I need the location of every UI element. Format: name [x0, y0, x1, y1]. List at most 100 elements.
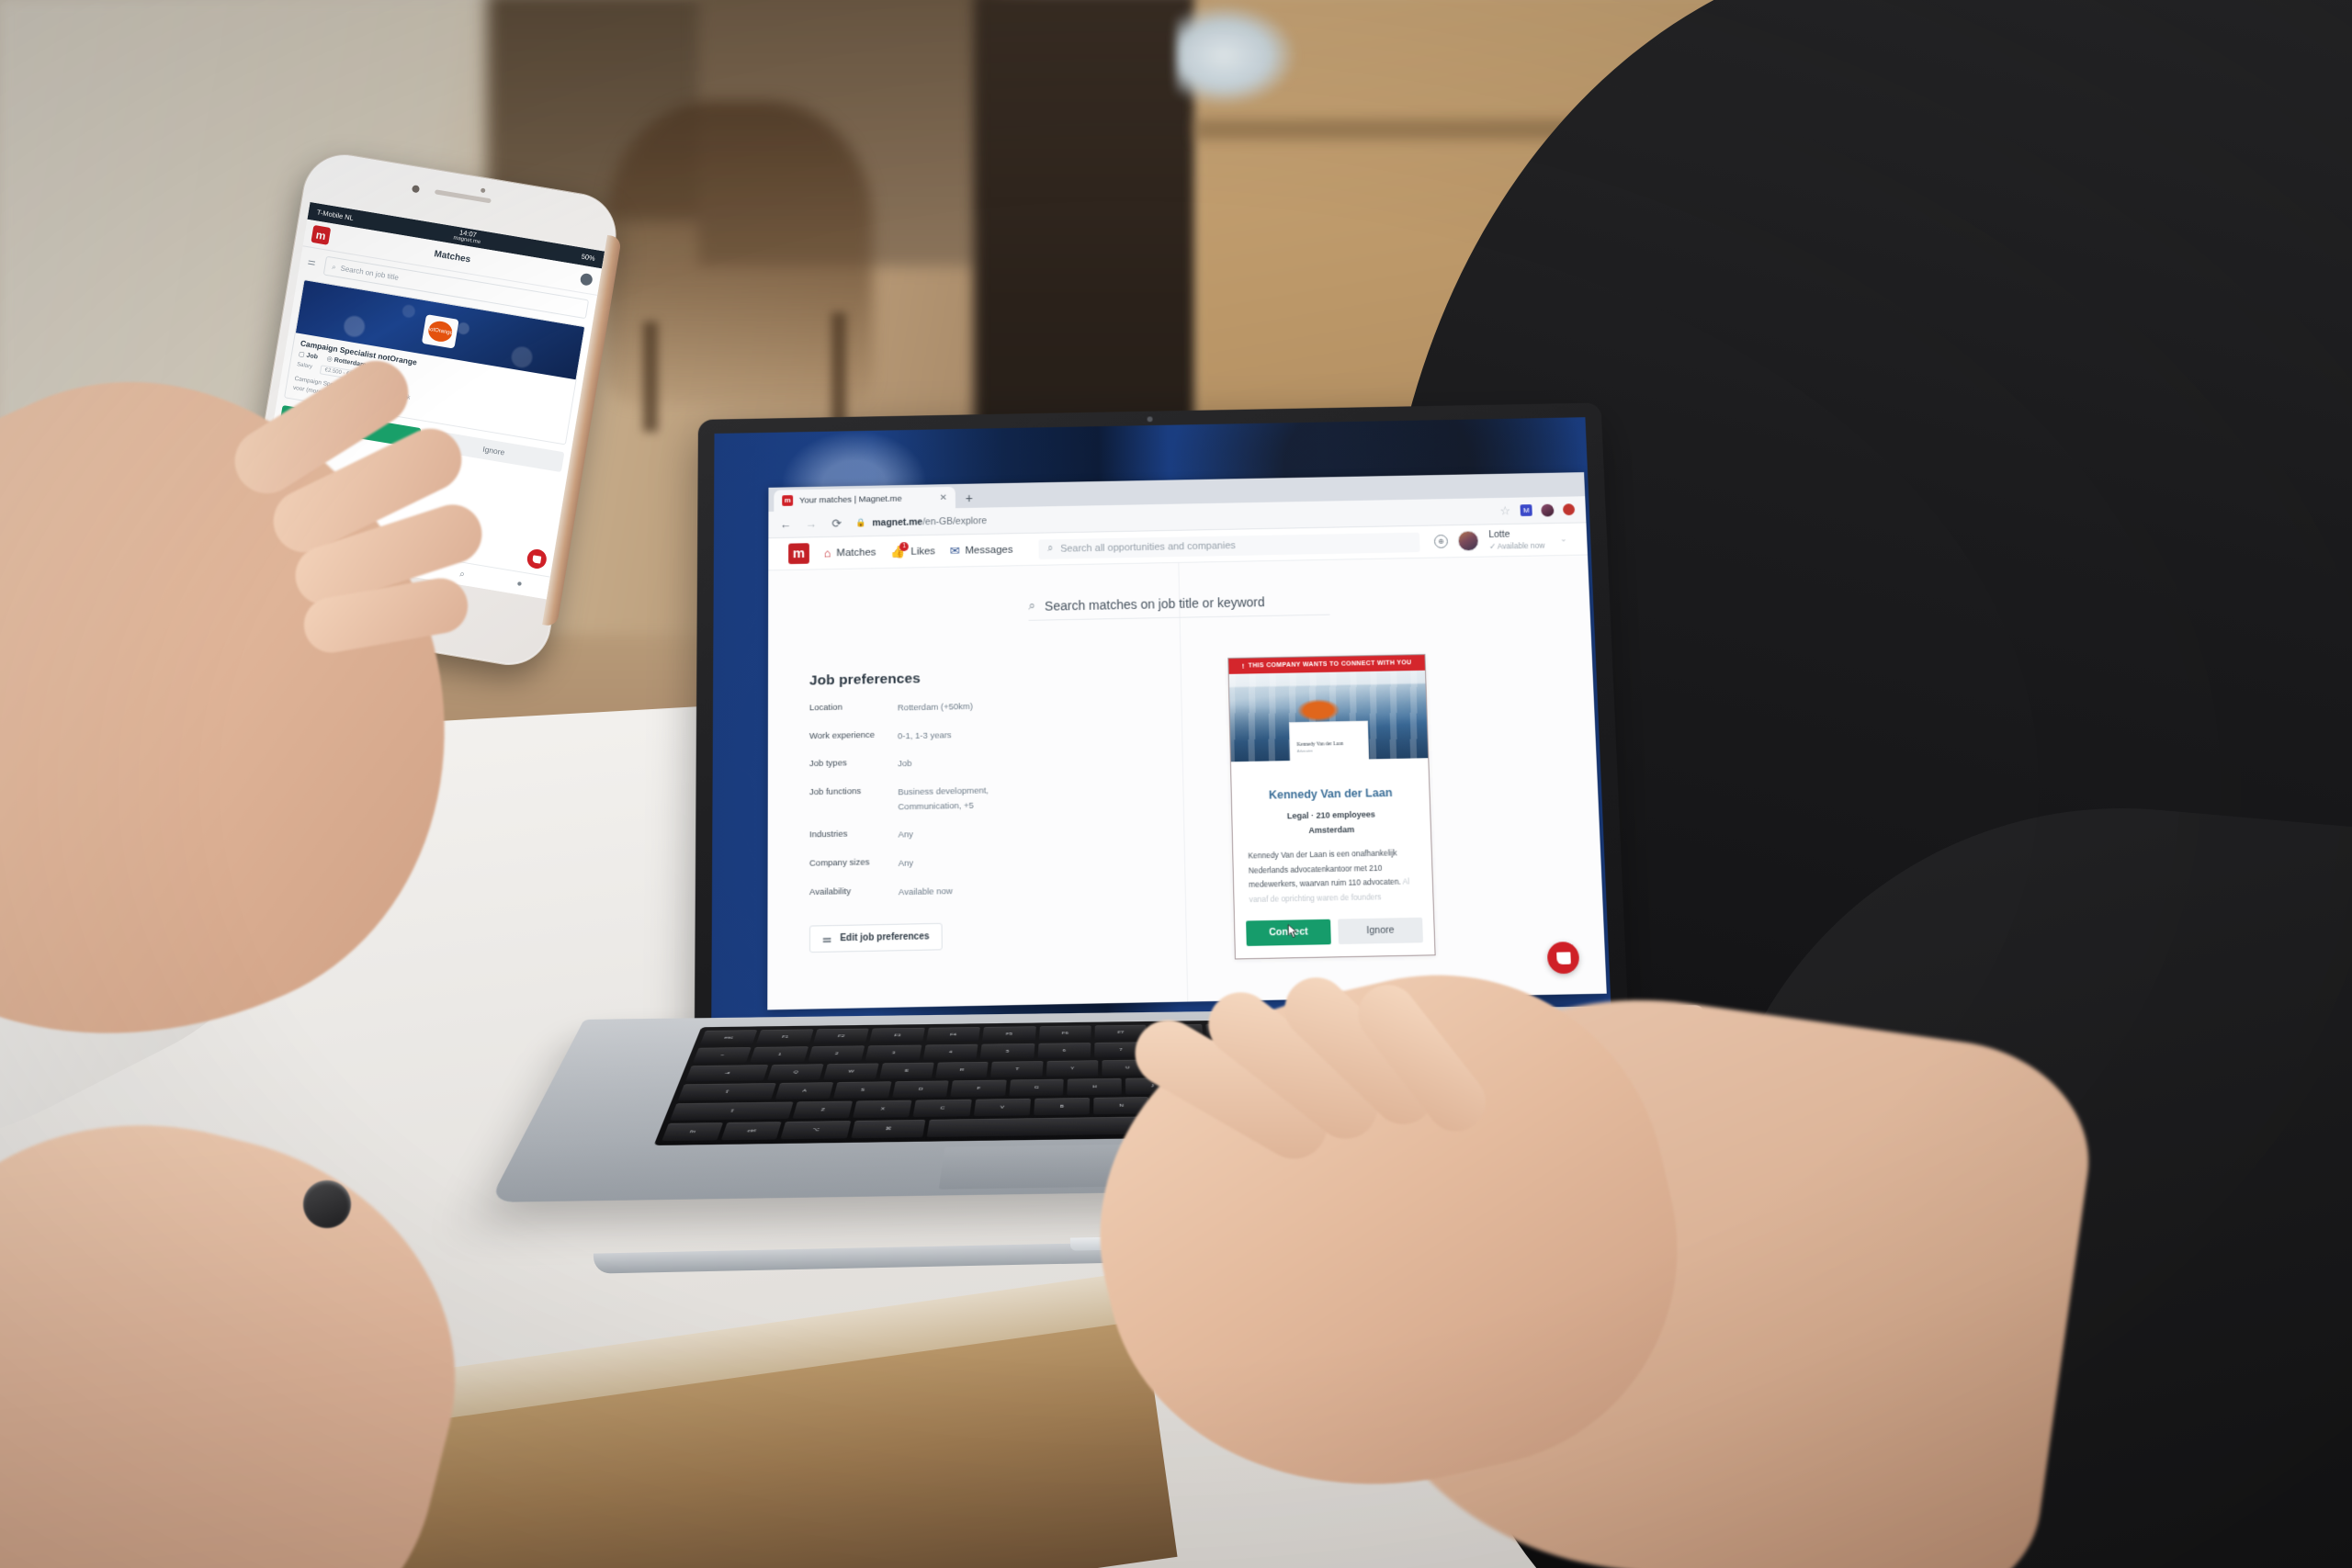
- preference-value: Any: [898, 858, 914, 869]
- preference-value: Available now: [898, 886, 953, 897]
- edit-job-preferences-label: Edit job preferences: [840, 931, 930, 944]
- job-preferences-title: Job preferences: [808, 671, 921, 689]
- browser-tab[interactable]: m Your matches | Magnet.me ✕: [774, 486, 956, 512]
- phone-job-type: ▢ Job: [298, 351, 319, 361]
- url-path: /en-GB/explore: [922, 514, 988, 527]
- chevron-down-icon[interactable]: ⌄: [1560, 534, 1567, 544]
- preference-value: Business development, Communication, +5: [898, 785, 989, 813]
- preference-label: Company sizes: [808, 857, 870, 869]
- job-preferences-panel: Job preferences Location Rotterdam (+50k…: [809, 667, 1116, 953]
- phone-filter-icon[interactable]: ⚌: [307, 256, 321, 270]
- magnet-logo[interactable]: m: [788, 543, 809, 565]
- global-search-input[interactable]: ⌕ Search all opportunities and companies: [1038, 532, 1420, 559]
- chat-bubble-icon[interactable]: [1546, 942, 1580, 975]
- ignore-button[interactable]: Ignore: [1338, 917, 1423, 944]
- company-city: Amsterdam: [1308, 825, 1355, 836]
- browser-menu-icon[interactable]: [1562, 503, 1576, 516]
- nav-matches[interactable]: ⌂ Matches: [824, 546, 876, 560]
- preference-row: Availability Available now: [809, 881, 1115, 901]
- company-logo-line1: Kennedy Van der Laan: [1296, 740, 1344, 748]
- photo-scene: T-Mobile NL 14:07 magnet.me 50% m Matche…: [0, 0, 2352, 1568]
- forward-icon[interactable]: →: [805, 517, 818, 530]
- phone-battery: 50%: [581, 252, 596, 263]
- preference-label: Job types: [808, 758, 847, 770]
- company-description-text: Kennedy Van der Laan is een onafhankelij…: [1248, 848, 1401, 890]
- company-meta: Legal · 210 employees Amsterdam: [1247, 807, 1416, 840]
- company-match-card: ! THIS COMPANY WANTS TO CONNECT WITH YOU…: [1227, 654, 1436, 960]
- preference-value: 0-1, 1-3 years: [897, 729, 952, 742]
- search-icon: ⌕: [1047, 543, 1054, 554]
- nav-likes-label: Likes: [910, 546, 936, 558]
- home-icon: ⌂: [823, 546, 831, 560]
- preference-label: Industries: [808, 829, 848, 840]
- preference-label: Work experience: [808, 729, 876, 741]
- match-search-placeholder: Search matches on job title or keyword: [1044, 593, 1265, 614]
- company-employees: 210 employees: [1316, 809, 1376, 820]
- company-description: Kennedy Van der Laan is een onafhankelij…: [1248, 846, 1418, 907]
- match-search-icon: ⌕: [1028, 598, 1036, 613]
- phone-search-icon: ⌕: [331, 262, 337, 272]
- laptop-lid: m Your matches | Magnet.me ✕ + ← → ⟳ 🔒 m…: [694, 402, 1630, 1061]
- preference-label: Availability: [808, 886, 852, 897]
- close-tab-icon[interactable]: ✕: [940, 492, 947, 502]
- browser-profile-avatar[interactable]: [1541, 503, 1555, 517]
- preference-value: Job: [898, 759, 912, 770]
- preference-row: Industries Any: [809, 824, 1114, 844]
- connect-request-banner-text: THIS COMPANY WANTS TO CONNECT WITH YOU: [1248, 660, 1412, 670]
- sliders-icon: ⚌: [822, 933, 832, 946]
- app-content: ⌕ Search matches on job title or keyword…: [767, 555, 1607, 1010]
- phone-tab-profile[interactable]: ●: [516, 578, 524, 589]
- door-handle: [1176, 5, 1295, 106]
- phone-tag-salary: Salary: [296, 362, 313, 370]
- connect-button[interactable]: Connect: [1246, 919, 1331, 946]
- preference-row: Work experience 0-1, 1-3 years: [809, 726, 1113, 746]
- company-cover-image: Kennedy Van der Laan Advocaten: [1228, 670, 1429, 762]
- url-input[interactable]: 🔒 magnet.me/en-GB/explore: [855, 506, 1486, 529]
- new-tab-icon[interactable]: +: [966, 491, 973, 505]
- lock-icon: 🔒: [855, 517, 866, 527]
- nav-matches-label: Matches: [836, 547, 876, 558]
- bookmark-star-icon[interactable]: ☆: [1498, 504, 1511, 518]
- envelope-icon: ✉: [949, 543, 960, 558]
- company-industry: Legal: [1286, 810, 1309, 821]
- preference-label: Location: [808, 702, 842, 714]
- preference-row: Location Rotterdam (+50km): [809, 697, 1113, 717]
- back-icon[interactable]: ←: [779, 518, 792, 531]
- language-globe-icon[interactable]: ⊕: [1433, 534, 1449, 548]
- meta-separator: ·: [1310, 810, 1315, 820]
- reload-icon[interactable]: ⟳: [831, 516, 843, 530]
- phone-tab-search[interactable]: ⌕: [459, 569, 466, 580]
- phone-company-logo: notOrange: [421, 314, 459, 349]
- nav-messages-label: Messages: [965, 544, 1013, 557]
- laptop-webcam: [1147, 416, 1153, 423]
- laptop-display: m Your matches | Magnet.me ✕ + ← → ⟳ 🔒 m…: [711, 417, 1611, 1032]
- mouse-cursor: [1286, 923, 1299, 939]
- user-avatar[interactable]: [1457, 530, 1480, 552]
- user-availability-status: ✓ Available now: [1488, 540, 1545, 551]
- preference-row: Job types Job: [809, 753, 1114, 773]
- exclamation-icon: !: [1241, 661, 1245, 671]
- likes-badge: 1: [899, 541, 910, 552]
- extension-icon[interactable]: M: [1520, 504, 1532, 516]
- phone-search-placeholder: Search on job title: [339, 264, 400, 282]
- global-search-placeholder: Search all opportunities and companies: [1060, 539, 1236, 555]
- phone-carrier: T-Mobile NL: [316, 208, 355, 222]
- column-divider: [1178, 562, 1189, 1002]
- preference-label: Job functions: [808, 786, 862, 798]
- preference-value: Rotterdam (+50km): [897, 701, 973, 714]
- url-domain: magnet.me: [872, 516, 923, 528]
- nav-likes[interactable]: 👍 1 Likes: [890, 541, 936, 559]
- tab-title: Your matches | Magnet.me: [799, 493, 902, 506]
- nav-messages[interactable]: ✉ Messages: [950, 542, 1013, 558]
- match-search-input[interactable]: ⌕ Search matches on job title or keyword: [1028, 592, 1330, 621]
- tab-favicon: m: [782, 495, 794, 506]
- browser-window: m Your matches | Magnet.me ✕ + ← → ⟳ 🔒 m…: [767, 472, 1607, 1010]
- company-name[interactable]: Kennedy Van der Laan: [1247, 786, 1415, 803]
- user-name: Lotte: [1488, 529, 1510, 541]
- preference-value: Any: [898, 829, 914, 840]
- phone-chat-widget[interactable]: [526, 547, 548, 570]
- preference-row: Company sizes Any: [809, 852, 1115, 873]
- edit-job-preferences-button[interactable]: ⚌ Edit job preferences: [808, 923, 943, 953]
- preference-row: Job functions Business development, Comm…: [809, 782, 1114, 817]
- company-logo: Kennedy Van der Laan Advocaten: [1288, 720, 1370, 762]
